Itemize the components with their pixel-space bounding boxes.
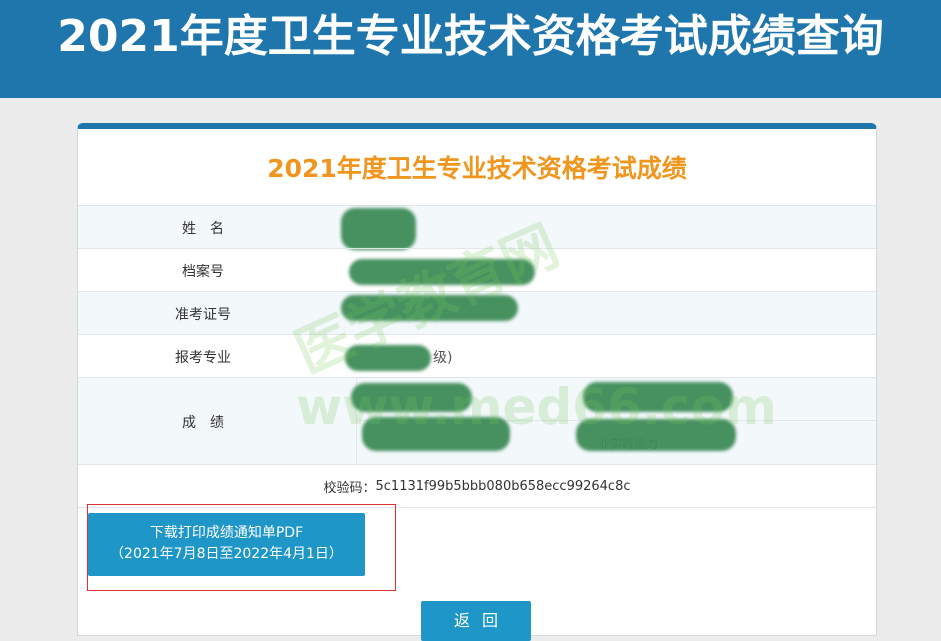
card-title: 2021年度卫生专业技术资格考试成绩 xyxy=(267,154,687,183)
redacted-ticket-number xyxy=(341,295,518,321)
page-title: 2021年度卫生专业技术资格考试成绩查询 xyxy=(57,11,884,62)
checksum-value: 5c1131f99b5bbb080b658ecc99264c8c xyxy=(375,479,631,494)
file-number-label: 档案号 xyxy=(182,263,224,280)
score-label: 成 绩 xyxy=(182,414,224,431)
download-pdf-dates: （2021年7月8日至2022年4月1日） xyxy=(110,546,343,562)
row-checksum: 校验码： 5c1131f99b5bbb080b658ecc99264c8c xyxy=(78,464,876,508)
redacted-score-4 xyxy=(576,419,736,451)
row-scores: 成 绩 业实践能力 xyxy=(78,377,876,465)
download-pdf-button[interactable]: 下载打印成绩通知单PDF （2021年7月8日至2022年4月1日） xyxy=(88,513,365,576)
ticket-label: 准考证号 xyxy=(175,306,231,323)
name-label: 姓 名 xyxy=(182,220,224,237)
major-label: 报考专业 xyxy=(175,349,231,366)
redacted-score-1 xyxy=(351,383,472,412)
major-value: 级) xyxy=(433,349,453,366)
row-file-number: 档案号 xyxy=(78,248,876,292)
top-banner: 2021年度卫生专业技术资格考试成绩查询 xyxy=(0,0,941,98)
download-pdf-label: 下载打印成绩通知单PDF xyxy=(149,525,304,541)
row-major: 报考专业 级) xyxy=(78,334,876,378)
row-name: 姓 名 xyxy=(78,205,876,250)
redacted-file-number xyxy=(349,259,535,285)
row-ticket-number: 准考证号 xyxy=(78,291,876,335)
back-button[interactable]: 返回 xyxy=(421,601,531,641)
redacted-name xyxy=(341,208,416,250)
redacted-score-2 xyxy=(583,382,733,412)
checksum: 校验码： 5c1131f99b5bbb080b658ecc99264c8c xyxy=(78,465,876,508)
checksum-label: 校验码： xyxy=(323,481,376,496)
redacted-major xyxy=(345,345,431,371)
redacted-score-3 xyxy=(362,417,510,451)
